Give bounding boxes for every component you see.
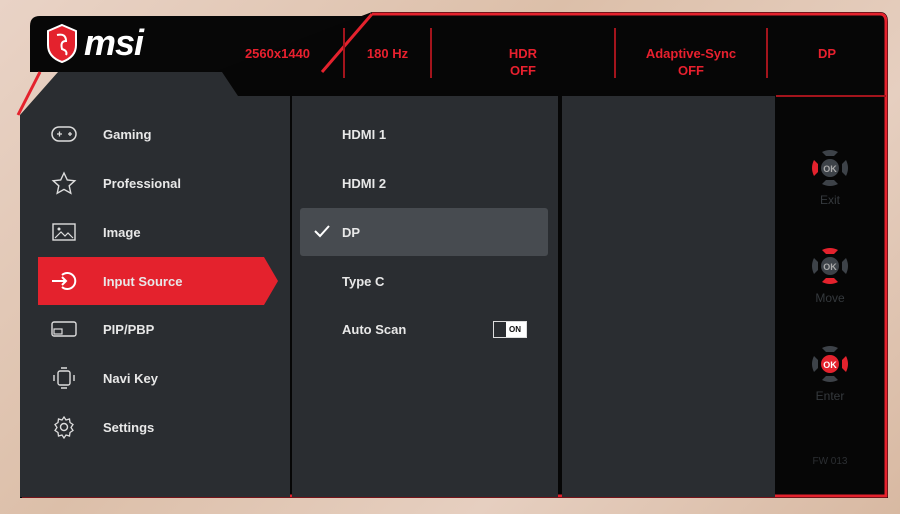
firmware-version: FW 013 — [812, 456, 848, 467]
enter-key-icon: OK — [812, 346, 848, 382]
option-dp[interactable]: DP — [300, 208, 548, 256]
input-icon — [50, 269, 78, 293]
move-label: Move — [815, 291, 845, 305]
msi-logo: msi — [46, 22, 144, 64]
adaptive-sync-status: Adaptive-Sync OFF — [645, 46, 737, 78]
star-icon — [50, 171, 78, 195]
menu-item-navi-key[interactable]: Navi Key — [38, 354, 278, 402]
dragon-shield-icon — [47, 23, 77, 63]
option-hdmi-1[interactable]: HDMI 1 — [300, 110, 548, 158]
gamepad-icon — [50, 122, 78, 146]
menu-item-professional[interactable]: Professional — [38, 159, 278, 207]
svg-text:OK: OK — [823, 360, 837, 370]
image-icon — [50, 220, 78, 244]
enter-label: Enter — [815, 389, 845, 403]
option-hdmi-2[interactable]: HDMI 2 — [300, 159, 548, 207]
auto-scan-toggle[interactable]: ON — [493, 321, 527, 338]
menu-item-image[interactable]: Image — [38, 208, 278, 256]
exit-key-icon: OK — [812, 150, 848, 186]
menu-item-gaming[interactable]: Gaming — [38, 110, 278, 158]
resolution-status: 2560x1440 — [244, 46, 311, 61]
menu-item-input-source[interactable]: Input Source — [38, 257, 278, 305]
gear-icon — [50, 415, 78, 439]
option-type-c[interactable]: Type C — [300, 257, 548, 305]
pip-icon — [50, 317, 78, 341]
refresh-status: 180 Hz — [366, 46, 409, 61]
checkmark-icon — [314, 225, 330, 238]
submenu-panel — [562, 96, 775, 497]
svg-text:OK: OK — [823, 164, 837, 174]
svg-text:OK: OK — [823, 262, 837, 272]
navi-key-icon — [50, 366, 78, 390]
menu-item-settings[interactable]: Settings — [38, 403, 278, 451]
exit-label: Exit — [819, 193, 840, 207]
menu-item-pip-pbp[interactable]: PIP/PBP — [38, 305, 278, 353]
move-key-icon: OK — [812, 248, 848, 284]
input-status: DP — [817, 46, 837, 61]
hdr-status: HDR OFF — [508, 46, 538, 78]
